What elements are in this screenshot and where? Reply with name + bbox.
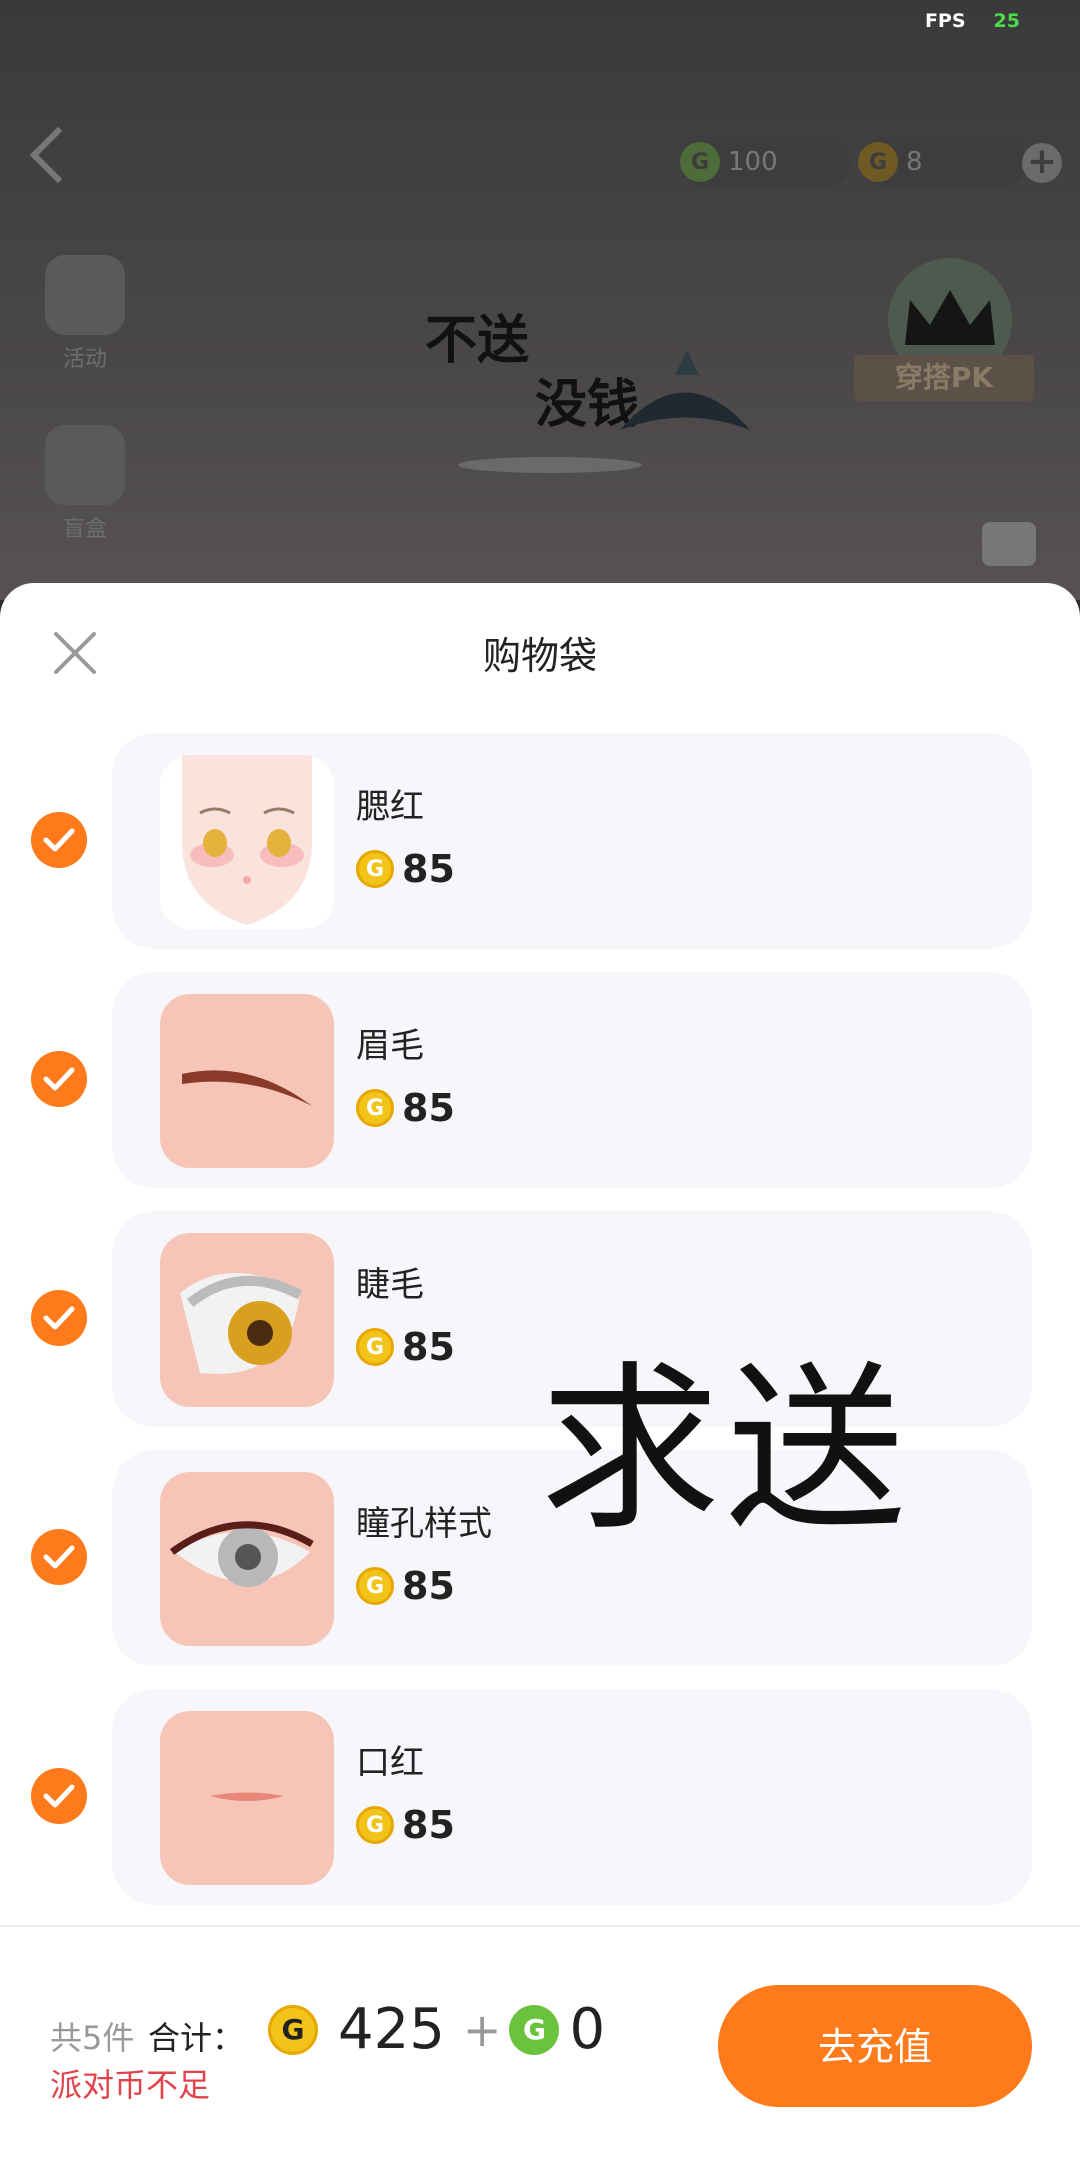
- item-price: G 85: [356, 1564, 455, 1608]
- gift-box-icon: [45, 425, 125, 505]
- add-currency-icon[interactable]: +: [1022, 143, 1062, 183]
- pupil-thumbnail: [160, 1472, 334, 1646]
- check-icon: [43, 1306, 75, 1330]
- green-coin-balance[interactable]: G 100: [680, 138, 850, 186]
- insufficient-funds-warning: 派对币不足: [50, 2066, 211, 2104]
- check-icon: [43, 1784, 75, 1808]
- item-checkbox[interactable]: [31, 812, 87, 868]
- fps-counter: FPS 25: [924, 10, 1020, 32]
- item-name: 腮红: [356, 787, 424, 827]
- item-name: 睫毛: [356, 1265, 424, 1305]
- green-coin-icon: G: [680, 142, 720, 182]
- gold-coin-icon: G: [356, 1328, 394, 1366]
- gold-coin-icon: G: [268, 2004, 318, 2055]
- check-icon: [43, 1545, 75, 1569]
- camera-icon[interactable]: [982, 522, 1036, 566]
- gold-coin-icon: G: [356, 1089, 394, 1127]
- green-coin-icon: G: [509, 2004, 560, 2055]
- total-amount: G 425 + G 0: [258, 1997, 615, 2062]
- blush-thumbnail: [160, 755, 334, 929]
- total-label: 合计：: [148, 2019, 245, 2057]
- gold-coin-balance[interactable]: G 8: [858, 138, 1028, 186]
- check-icon: [43, 1067, 75, 1091]
- cart-item[interactable]: 腮红 G 85: [112, 733, 1032, 949]
- item-name: 口红: [356, 1743, 424, 1783]
- balloon-icon: [45, 255, 125, 335]
- cart-item[interactable]: 口红 G 85: [112, 1689, 1032, 1905]
- sidebar-item-activity[interactable]: 活动: [40, 255, 130, 373]
- check-icon: [43, 828, 75, 852]
- recharge-button[interactable]: 去充值: [718, 1985, 1032, 2107]
- character-halo: [458, 457, 642, 473]
- outfit-pk-button[interactable]: 穿搭PK: [854, 355, 1034, 401]
- eyelash-thumbnail: [160, 1233, 334, 1407]
- item-checkbox[interactable]: [31, 1290, 87, 1346]
- item-checkbox[interactable]: [31, 1529, 87, 1585]
- item-checkbox[interactable]: [31, 1051, 87, 1107]
- gold-coin-icon: G: [356, 850, 394, 888]
- checkout-footer: 共5件 合计： G 425 + G 0 派对币不足 去充值: [0, 1925, 1080, 2162]
- scene-caption-line1: 不送: [425, 310, 530, 371]
- item-count: 共5件: [50, 2019, 135, 2057]
- overlay-caption: 求送: [540, 1346, 913, 1555]
- item-price: G 85: [356, 847, 455, 891]
- lipstick-thumbnail: [160, 1711, 334, 1885]
- gold-coin-icon: G: [356, 1567, 394, 1605]
- cart-item[interactable]: 眉毛 G 85: [112, 972, 1032, 1188]
- eyebrow-thumbnail: [160, 994, 334, 1168]
- item-checkbox[interactable]: [31, 1768, 87, 1824]
- gold-coin-icon: G: [356, 1806, 394, 1844]
- item-price: G 85: [356, 1325, 455, 1369]
- item-price: G 85: [356, 1086, 455, 1130]
- gold-coin-icon: G: [858, 142, 898, 182]
- sheet-title: 购物袋: [482, 634, 597, 678]
- item-name: 瞳孔样式: [356, 1504, 492, 1544]
- shark-sticker-icon: [620, 350, 750, 430]
- item-price: G 85: [356, 1803, 455, 1847]
- item-name: 眉毛: [356, 1026, 424, 1066]
- sidebar-item-blindbox[interactable]: 盲盒: [40, 425, 130, 543]
